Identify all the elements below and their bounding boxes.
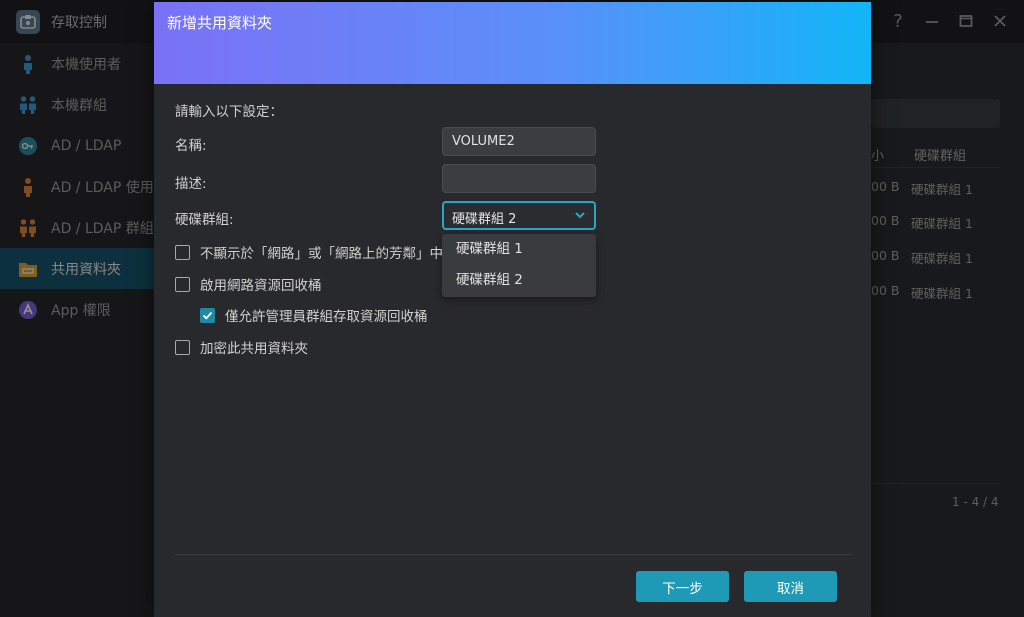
hide-in-network-option[interactable]: 不顯示於「網路」或「網路上的芳鄰」中	[175, 242, 443, 262]
dialog-footer-divider	[175, 554, 852, 555]
description-field[interactable]	[442, 164, 596, 193]
name-field[interactable]: VOLUME2	[442, 127, 596, 156]
volume-select-value: 硬碟群組 2	[452, 212, 517, 227]
hide-in-network-checkbox[interactable]	[175, 244, 190, 260]
checkbox-label: 僅允許管理員群組存取資源回收桶	[225, 309, 428, 325]
volume-dropdown-menu: 硬碟群組 1 硬碟群組 2	[442, 234, 596, 297]
name-label: 名稱:	[175, 138, 207, 154]
volume-select[interactable]: 硬碟群組 2	[442, 201, 596, 230]
dialog-header: 新增共用資料夾	[154, 2, 871, 84]
cancel-button[interactable]: 取消	[744, 571, 837, 602]
dialog-title: 新增共用資料夾	[167, 14, 273, 32]
checkbox-label: 啟用網路資源回收桶	[200, 278, 322, 294]
checkbox-label: 加密此共用資料夾	[200, 341, 308, 357]
description-label: 描述:	[175, 176, 207, 192]
volume-option[interactable]: 硬碟群組 1	[442, 234, 596, 265]
encrypt-folder-checkbox[interactable]	[175, 339, 190, 355]
checkbox-label: 不顯示於「網路」或「網路上的芳鄰」中	[200, 246, 443, 262]
dialog-intro: 請輸入以下設定：	[175, 104, 283, 120]
create-shared-folder-dialog: 新增共用資料夾 請輸入以下設定： 名稱: VOLUME2 描述: 硬碟群組: 硬…	[154, 2, 871, 617]
volume-option[interactable]: 硬碟群組 2	[442, 265, 596, 296]
next-button[interactable]: 下一步	[636, 571, 729, 602]
admin-only-recycle-bin-option[interactable]: 僅允許管理員群組存取資源回收桶	[200, 305, 428, 325]
chevron-down-icon	[575, 212, 585, 219]
enable-recycle-bin-option[interactable]: 啟用網路資源回收桶	[175, 274, 322, 294]
volume-label: 硬碟群組:	[175, 212, 234, 228]
admin-only-recycle-bin-checkbox[interactable]	[200, 307, 215, 323]
encrypt-folder-option[interactable]: 加密此共用資料夾	[175, 337, 308, 357]
checkmark-icon	[202, 311, 213, 320]
enable-recycle-bin-checkbox[interactable]	[175, 276, 190, 292]
